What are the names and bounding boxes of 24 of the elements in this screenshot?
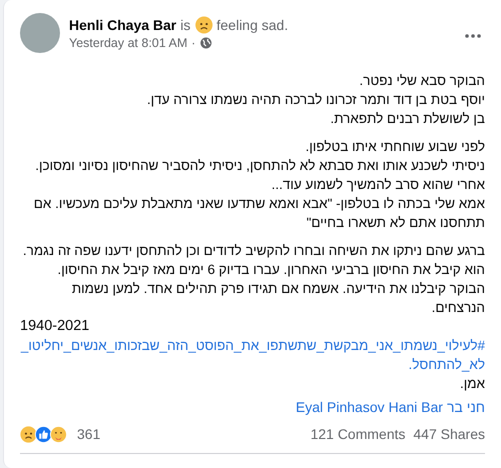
comments-count[interactable]: 121 Comments (310, 426, 406, 442)
post-text: אמן. (458, 375, 485, 393)
reactions-count[interactable]: 361 (77, 426, 302, 442)
post-text: הבוקר קיבלנו את הידיעה. אשמח אם תגידו פרק תהילים אחד. למען נשמות הנרצחים. (70, 280, 485, 317)
feeling-verb: is (180, 17, 190, 33)
post-time[interactable]: Yesterday at 8:01 AM (69, 36, 188, 50)
shares-count[interactable]: 447 Shares (413, 426, 485, 442)
post-text: בן לשושלת רבנים לתפארת. (329, 110, 485, 128)
feeling-text: feeling sad. (216, 17, 288, 33)
separator-dot: · (191, 36, 196, 50)
post-text: הוא קיבל את החיסון ברביעי האחרון. עברו בדיוק 6 ימים מאז קיבל את החיסון. (56, 261, 485, 279)
hashtag-link[interactable]: #לעילוי_נשמתו_אני_מבקשת_שתשתפו_את_הפוסט_הזה_שבזכותו_אנשים_יחליטו_לא_להתחסל. (20, 336, 485, 374)
post-text: יוסף בטת בן דוד ותמר זכרונו לברכה תהיה נשמתו צרורה עדן. (146, 91, 485, 109)
post-text: אחרי שהוא סרב להמשיך לשמוע עוד... (270, 176, 485, 194)
post-text: אמא שלי בכתה לו בטלפון- "אבא ואמא שתדעו שאני מתאבלת עליכם מעכשיו. אם תתחסנו אתם לא תשארו בחיים" (32, 195, 485, 232)
tagged-person-link[interactable]: חני בר (446, 399, 485, 415)
tagged-person-link[interactable]: Hani Bar (388, 399, 443, 415)
post-text: ברגע שהם ניתקו את השיחה ובחרו להקשיב לדודים וכן להתחסן ידענו שפה זה נגמר. (22, 242, 485, 260)
post-text: לפני שבוע שוחחתי איתו בטלפון. (304, 138, 485, 156)
tagged-person-link[interactable]: Eyal Pinhasov (296, 399, 384, 415)
post-text: הבוקר סבא שלי נפטר. (358, 72, 485, 90)
date-range: 1940-2021 (20, 317, 90, 336)
post-text: ניסיתי לשכנע אותו ואת סבתא לא להתחסן, ניסיתי להסביר שהחיסון נסיוני ומסוכן. (34, 157, 485, 175)
author-name[interactable]: Henli Chaya Bar (69, 17, 176, 33)
